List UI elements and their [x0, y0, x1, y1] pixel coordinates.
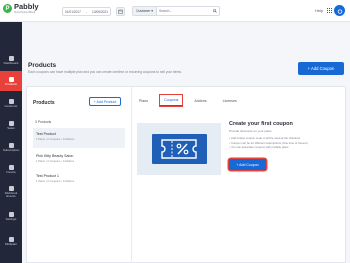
- search-scope-select[interactable]: Customer ▾: [133, 7, 157, 15]
- logout-button[interactable]: [334, 5, 345, 16]
- help-link[interactable]: Help: [315, 8, 323, 13]
- product-item[interactable]: Test Product 1 1 Plans • 0 Coupons • 0 A…: [33, 170, 125, 190]
- multiplan-icon: [8, 236, 14, 242]
- list-item: Add unique coupon code, it will be used …: [229, 136, 308, 141]
- product-name: Test Product 1: [36, 174, 59, 178]
- product-item[interactable]: Test Product 1 Plans • 0 Coupons • 0 Add…: [33, 128, 125, 148]
- sidebar-item-label: Invoice: [6, 169, 16, 174]
- page-subtitle: Each coupons can have multiple plan and …: [28, 70, 182, 74]
- gear-icon: [8, 211, 14, 217]
- sidebar-item-label: Sales: [7, 125, 15, 130]
- coupon-illustration: [137, 123, 221, 175]
- subscription-icon: [8, 142, 14, 148]
- search-button[interactable]: [211, 7, 219, 15]
- sidebar-item-customer[interactable]: Customer: [0, 93, 22, 113]
- page-title: Products: [28, 62, 57, 69]
- sidebar-item-label: Customer: [4, 103, 18, 108]
- sidebar-item-label: Settings: [5, 216, 17, 221]
- search-group: Customer ▾: [132, 6, 220, 16]
- sidebar-item-label: Dashboard: [3, 60, 19, 65]
- products-heading: Products: [33, 100, 55, 106]
- sidebar-item-label: Webhook Events: [4, 191, 18, 198]
- empty-state-bullets: Add unique coupon code, it will be used …: [229, 136, 308, 150]
- sidebar-item-sales[interactable]: Sales: [0, 115, 22, 135]
- product-meta: 1 Plans • 0 Coupons • 0 Addons: [36, 159, 75, 163]
- sidebar-item-label: Products: [5, 81, 17, 86]
- sidebar-item-multiplan[interactable]: Multiplan: [0, 231, 22, 251]
- date-from: 01/01/2017: [65, 9, 81, 14]
- sales-icon: [8, 120, 14, 126]
- product-meta: 1 Plans • 0 Coupons • 0 Addons: [36, 137, 75, 141]
- apps-grid-icon[interactable]: [327, 8, 332, 13]
- coupon-card: [151, 134, 207, 164]
- date-range-input[interactable]: 01/01/2017 - 10/05/2021: [62, 7, 111, 16]
- sidebar-item-label: Subscription: [2, 147, 20, 152]
- product-name: Test Product: [36, 132, 56, 136]
- customer-icon: [8, 98, 14, 104]
- tab-coupons[interactable]: Coupons: [160, 95, 183, 106]
- logo-text: Pabbly Subscription Billing: [14, 2, 39, 15]
- logo-mark: P: [3, 4, 12, 13]
- panel-divider: [131, 87, 132, 263]
- sidebar-item-settings[interactable]: Settings: [0, 206, 22, 226]
- tab-addons[interactable]: Addons: [190, 95, 210, 106]
- calendar-button[interactable]: [116, 7, 125, 16]
- power-icon: [337, 8, 342, 14]
- sidebar-item-subscription[interactable]: Subscription: [0, 137, 22, 157]
- calendar-icon: [118, 9, 123, 14]
- sidebar-item-invoice[interactable]: Invoice: [0, 159, 22, 179]
- empty-state-title: Create your first coupon: [229, 121, 293, 127]
- sidebar-item-label: Multiplan: [4, 241, 17, 246]
- date-separator: -: [85, 9, 88, 14]
- sidebar: Dashboard Products Customer Sales Subscr…: [0, 22, 22, 263]
- add-coupon-button[interactable]: + Add Coupon: [298, 62, 344, 75]
- invoice-icon: [8, 164, 14, 170]
- search-icon: [213, 9, 217, 13]
- products-count: 3 Products: [35, 120, 52, 124]
- empty-state-subtitle: Provide discounts on your plans: [229, 129, 272, 133]
- dashboard-icon: [8, 55, 14, 61]
- product-name: Pink Kitty Beauty Salon: [36, 154, 74, 158]
- product-item[interactable]: Pink Kitty Beauty Salon 1 Plans • 0 Coup…: [33, 150, 125, 170]
- date-to: 10/05/2021: [92, 9, 108, 14]
- sidebar-item-dashboard[interactable]: Dashboard: [0, 50, 22, 70]
- brand-name: Pabbly: [14, 2, 39, 11]
- list-item: You can associate coupons with multiple …: [229, 145, 308, 150]
- tab-licenses[interactable]: Licenses: [219, 95, 241, 106]
- brand-logo[interactable]: P Pabbly Subscription Billing: [3, 3, 39, 14]
- brand-tagline: Subscription Billing: [14, 11, 36, 14]
- top-bar: P Pabbly Subscription Billing 01/01/2017…: [0, 0, 350, 22]
- products-panel: Products + Add Product 3 Products Test P…: [26, 86, 346, 263]
- add-product-button[interactable]: + Add Product: [89, 97, 121, 106]
- tab-plans[interactable]: Plans: [135, 95, 152, 106]
- products-icon: [8, 76, 14, 82]
- sidebar-item-products[interactable]: Products: [0, 71, 22, 91]
- coupon-ticket-icon: [161, 139, 197, 159]
- search-input[interactable]: [157, 7, 211, 15]
- add-coupon-inline-button[interactable]: + Add Coupon: [229, 159, 266, 170]
- product-meta: 1 Plans • 0 Coupons • 0 Addons: [36, 179, 75, 183]
- sidebar-item-webhook-events[interactable]: Webhook Events: [0, 182, 22, 202]
- product-tabs: Plans Coupons Addons Licenses: [135, 95, 249, 106]
